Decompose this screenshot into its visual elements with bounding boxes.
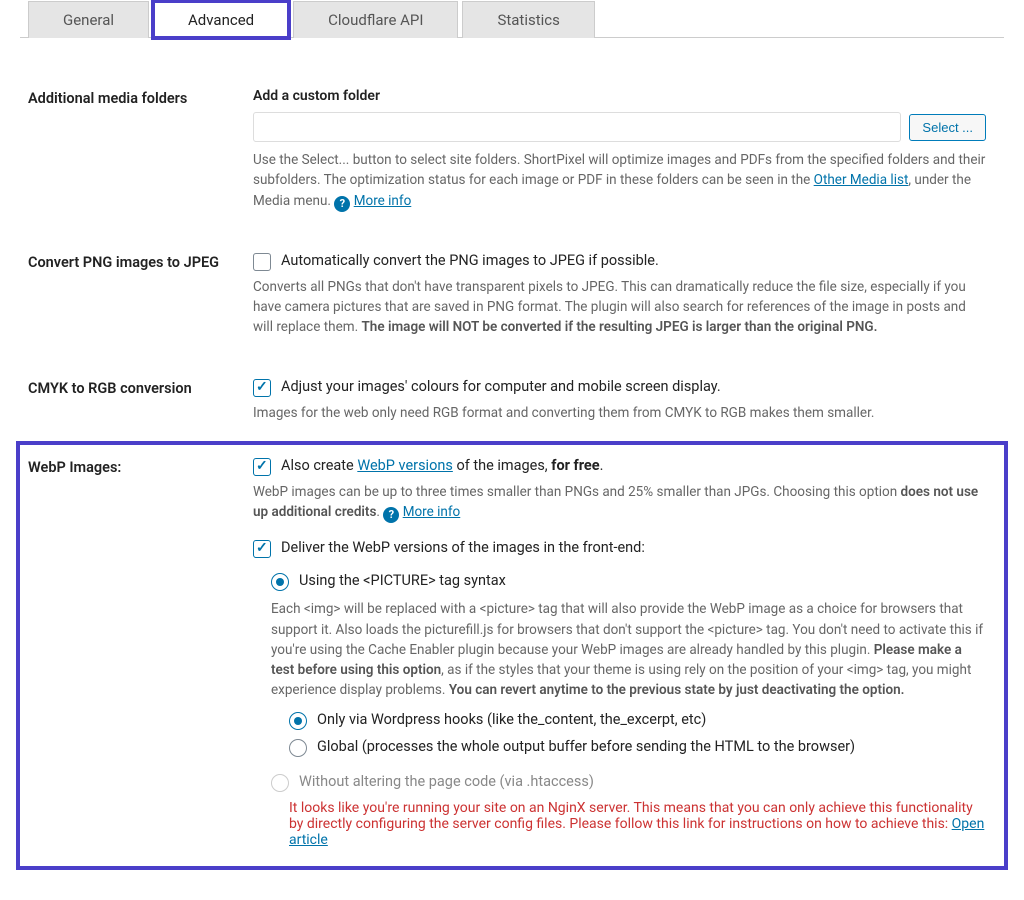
row-label-cmyk: CMYK to RGB conversion bbox=[28, 378, 253, 423]
custom-folder-input[interactable] bbox=[253, 112, 901, 142]
radio-htaccess-label: Without altering the page code (via .hta… bbox=[299, 773, 594, 790]
convert-png-label: Automatically convert the PNG images to … bbox=[281, 252, 659, 269]
webp-versions-link[interactable]: WebP versions bbox=[357, 457, 453, 474]
radio-wp-hooks[interactable] bbox=[289, 712, 307, 730]
radio-global[interactable] bbox=[289, 739, 307, 757]
convert-png-checkbox[interactable] bbox=[253, 253, 271, 271]
cmyk-checkbox[interactable] bbox=[253, 379, 271, 397]
help-icon[interactable]: ? bbox=[383, 507, 399, 523]
other-media-list-link[interactable]: Other Media list bbox=[814, 172, 909, 188]
more-info-link-webp[interactable]: More info bbox=[403, 504, 461, 520]
deliver-webp-label: Deliver the WebP versions of the images … bbox=[281, 539, 645, 556]
deliver-webp-checkbox[interactable] bbox=[253, 540, 271, 558]
folders-description: Use the Select... button to select site … bbox=[253, 150, 986, 212]
create-webp-label: Also create WebP versions of the images,… bbox=[281, 457, 603, 474]
select-folder-button[interactable]: Select ... bbox=[909, 114, 986, 141]
radio-picture-tag[interactable] bbox=[271, 573, 289, 591]
row-label-webp: WebP Images: bbox=[28, 457, 253, 848]
cmyk-description: Images for the web only need RGB format … bbox=[253, 403, 986, 423]
webp-description: WebP images can be up to three times sma… bbox=[253, 482, 986, 524]
tab-statistics[interactable]: Statistics bbox=[462, 1, 594, 38]
create-webp-checkbox[interactable] bbox=[253, 458, 271, 476]
png-description: Converts all PNGs that don't have transp… bbox=[253, 277, 986, 338]
folders-heading: Add a custom folder bbox=[253, 88, 986, 104]
tab-cloudflare-api[interactable]: Cloudflare API bbox=[293, 1, 458, 38]
more-info-link[interactable]: More info bbox=[354, 193, 412, 209]
radio-global-label: Global (processes the whole output buffe… bbox=[317, 738, 855, 755]
tab-general[interactable]: General bbox=[28, 1, 149, 38]
picture-description: Each <img> will be replaced with a <pict… bbox=[271, 599, 986, 700]
tab-advanced[interactable]: Advanced bbox=[153, 1, 289, 38]
help-icon[interactable]: ? bbox=[334, 196, 350, 212]
row-label-png: Convert PNG images to JPEG bbox=[28, 252, 253, 338]
cmyk-label: Adjust your images' colours for computer… bbox=[281, 378, 721, 395]
radio-htaccess bbox=[271, 774, 289, 792]
radio-picture-label: Using the <PICTURE> tag syntax bbox=[299, 572, 506, 589]
nginx-warning: It looks like you're running your site o… bbox=[271, 800, 986, 848]
row-label-folders: Additional media folders bbox=[28, 88, 253, 212]
radio-wp-hooks-label: Only via Wordpress hooks (like the_conte… bbox=[317, 711, 706, 728]
